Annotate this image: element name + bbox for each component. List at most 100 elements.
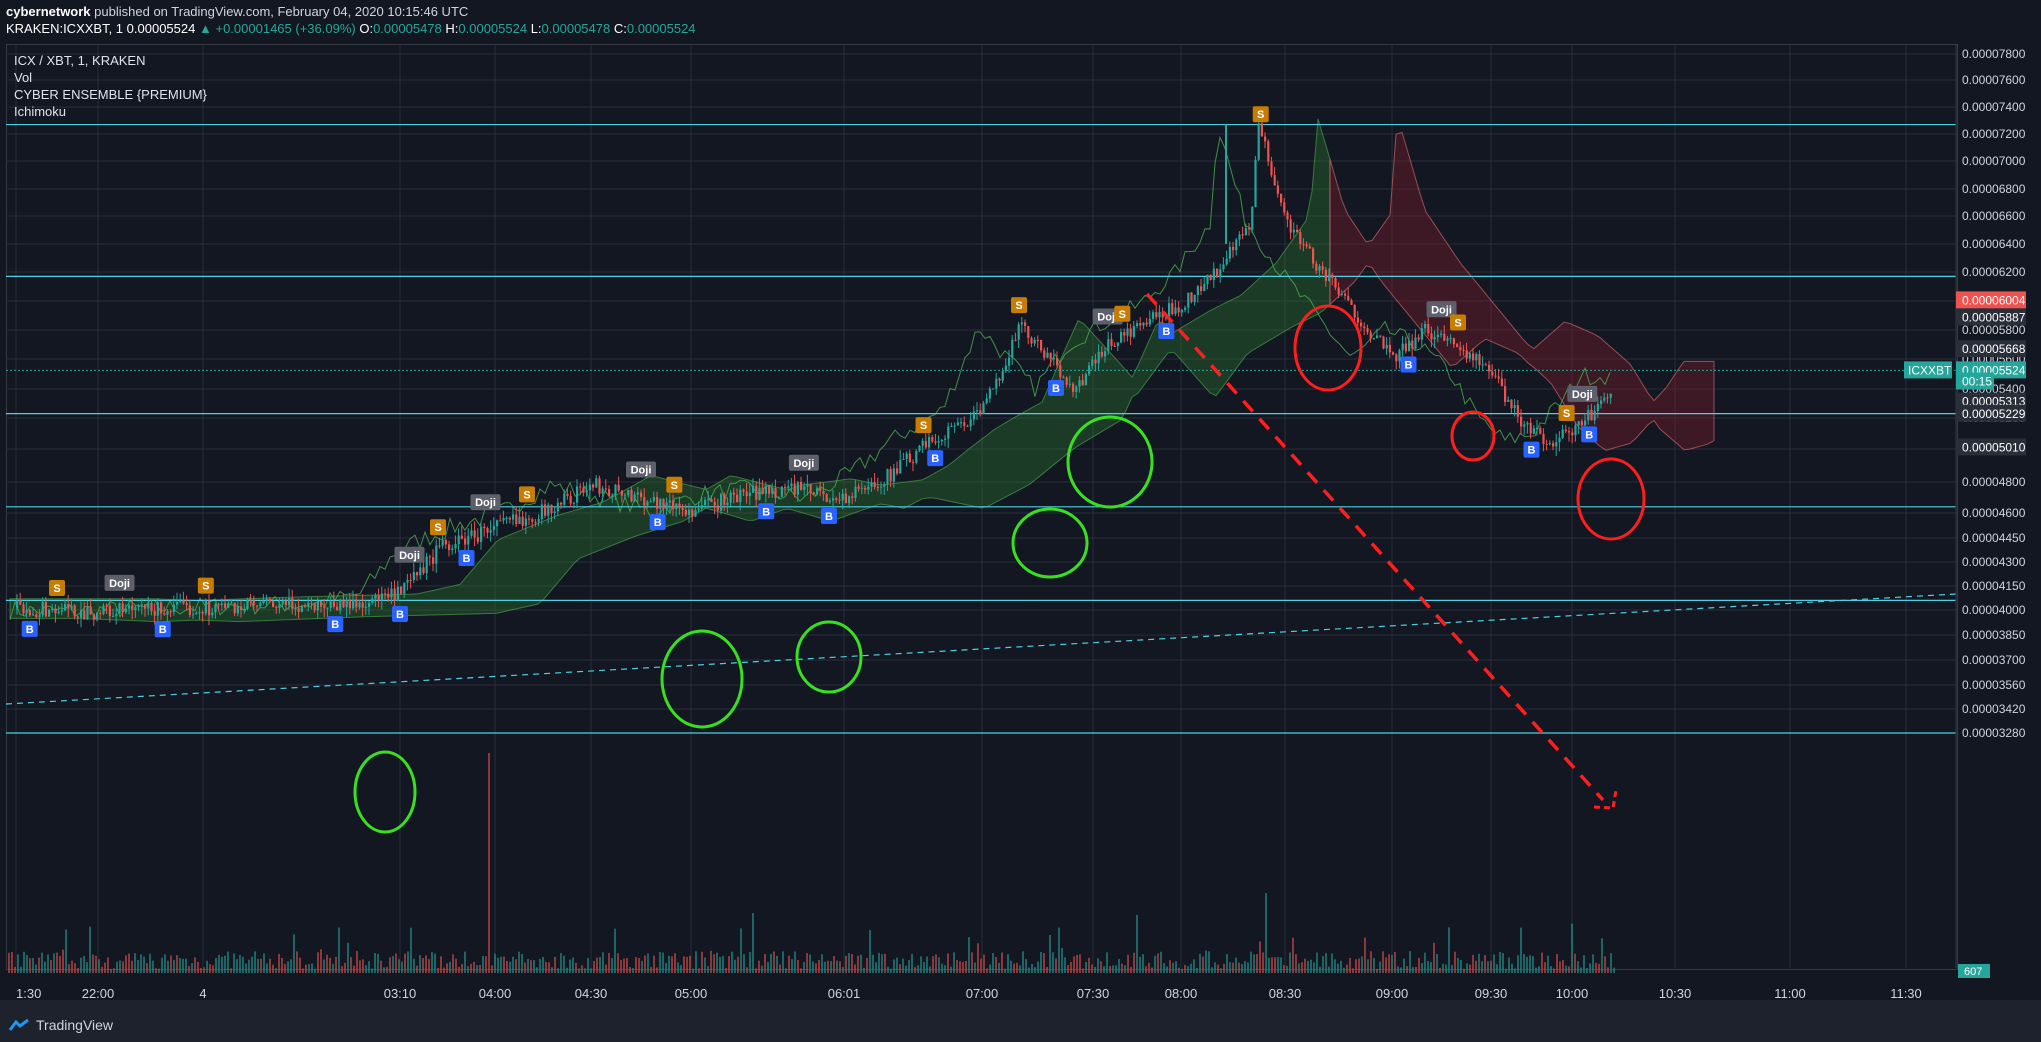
volume-bar <box>1085 962 1087 973</box>
volume-bar <box>989 964 991 973</box>
candle-body <box>1155 312 1158 318</box>
tradingview-brand[interactable]: TradingView <box>8 1017 113 1033</box>
candle-body <box>1020 322 1023 325</box>
volume-bar <box>677 962 679 973</box>
volume-bar <box>26 955 28 973</box>
candle-body <box>249 599 252 601</box>
volume-bar <box>1190 963 1192 973</box>
candle-body <box>1049 352 1052 360</box>
volume-bar <box>236 959 238 973</box>
candle-body <box>838 499 841 501</box>
time-tick-label: 4 <box>199 986 206 1001</box>
candle-body <box>422 567 425 574</box>
volume-bar <box>350 957 352 973</box>
volume-bar <box>260 958 262 973</box>
candle-body <box>816 488 819 495</box>
volume-bar <box>725 968 727 973</box>
price-chart[interactable]: DojiDojiDojiDojiDojiDojiDojiDojiB B BBBBB B… <box>0 0 2041 1042</box>
footer-bar <box>0 1000 2041 1042</box>
volume-bar <box>692 968 694 973</box>
volume-bar <box>185 958 187 973</box>
volume-bar <box>1430 961 1432 973</box>
volume-bar <box>1382 951 1384 973</box>
green-highlight-circle <box>1011 507 1089 579</box>
candle-body <box>265 598 268 602</box>
candle-body <box>880 486 883 488</box>
candle-body <box>89 606 92 615</box>
price-tick-label: 0.00006800 <box>1962 182 2026 196</box>
volume-bar <box>206 960 208 973</box>
volume-bar <box>182 958 184 973</box>
candle-body <box>444 539 447 545</box>
candle-body <box>1347 295 1350 301</box>
legend-indicator[interactable]: CYBER ENSEMBLE {PREMIUM} <box>14 86 207 103</box>
candle-body <box>83 610 86 619</box>
volume-bar <box>20 966 22 973</box>
candle-body <box>323 606 326 609</box>
candle-body <box>892 468 895 482</box>
candle-body <box>371 598 374 604</box>
volume-bar <box>575 962 577 973</box>
volume-bar <box>188 966 190 973</box>
candle-body <box>176 602 179 605</box>
candle-body <box>694 510 697 517</box>
volume-bar <box>719 956 721 973</box>
volume-bar <box>410 927 412 973</box>
volume-bar <box>1280 957 1282 973</box>
legend-symbol[interactable]: ICX / XBT, 1, KRAKEN <box>14 52 207 69</box>
candle-body <box>512 514 515 520</box>
candle-body <box>1536 428 1539 430</box>
volume-bar <box>1601 938 1603 973</box>
candle-body <box>1305 244 1308 247</box>
candle-body <box>604 488 607 490</box>
candle-body <box>240 606 243 610</box>
candle-body <box>1420 328 1423 340</box>
volume-bar <box>1055 958 1057 973</box>
candle-body <box>796 482 799 495</box>
volume-bar <box>1013 963 1015 973</box>
candle-body <box>1510 399 1513 409</box>
candle-body <box>608 489 611 496</box>
volume-bar <box>773 951 775 973</box>
candle-body <box>1260 123 1263 137</box>
candle-body <box>329 601 332 608</box>
volume-bar <box>698 968 700 973</box>
candle-body <box>476 537 479 542</box>
volume-bar <box>1424 952 1426 973</box>
symbol-tag-label: ICXXBT <box>1908 363 1952 377</box>
volume-bar <box>920 956 922 973</box>
candle-body <box>1468 353 1471 359</box>
price-tick-label: 0.00004800 <box>1962 475 2026 489</box>
volume-bar <box>1250 951 1252 973</box>
price-tick-label: 0.00007400 <box>1962 100 2026 114</box>
volume-bar <box>1448 927 1450 973</box>
volume-bar <box>1076 954 1078 973</box>
volume-bar <box>353 965 355 973</box>
candle-body <box>550 504 553 513</box>
volume-bar <box>1568 966 1570 973</box>
volume-bar <box>548 962 550 973</box>
candle-body <box>1257 123 1260 160</box>
volume-bar <box>974 962 976 973</box>
volume-bar <box>47 954 49 973</box>
volume-bar <box>929 966 931 973</box>
candle-body <box>28 610 31 616</box>
candle-body <box>294 608 297 610</box>
legend-vol[interactable]: Vol <box>14 69 207 86</box>
volume-bar <box>689 955 691 973</box>
candle-body <box>960 422 963 424</box>
candle-body <box>940 439 943 442</box>
volume-bar <box>59 956 61 973</box>
volume-bar <box>1082 968 1084 973</box>
candle-body <box>246 599 249 609</box>
volume-bar <box>755 968 757 973</box>
volume-bar <box>1268 958 1270 973</box>
volume-bar <box>11 951 13 973</box>
legend-ichimoku[interactable]: Ichimoku <box>14 103 207 120</box>
volume-bar <box>434 953 436 973</box>
candle-body <box>614 484 617 496</box>
candle-body <box>1110 339 1113 346</box>
candle-body <box>1395 354 1398 362</box>
volume-bar <box>854 964 856 973</box>
volume-bar <box>1559 961 1561 973</box>
